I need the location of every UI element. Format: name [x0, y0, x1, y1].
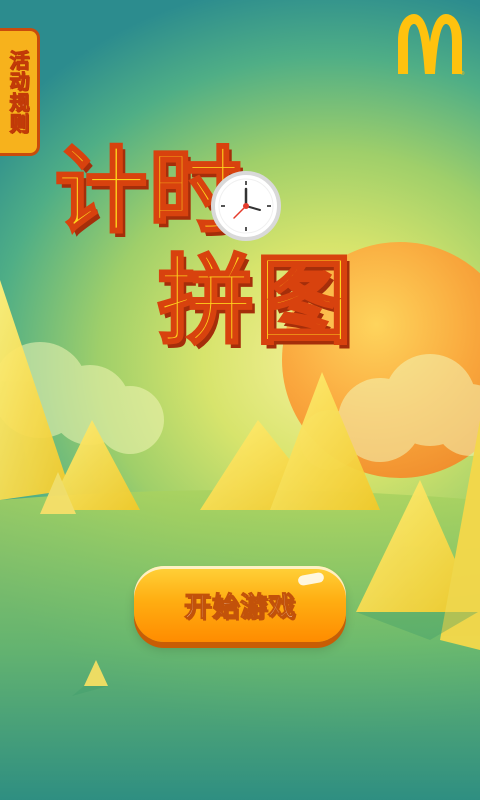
activity-rules-button[interactable]: 活动规则: [0, 28, 40, 156]
start-game-button[interactable]: 开始游戏: [134, 566, 346, 642]
mcdonalds-golden-arches-icon: ®: [398, 14, 465, 76]
title-line-2: 拼图: [157, 245, 354, 357]
game-start-screen: 活动规则 ® 计时 拼图 开始游戏: [0, 0, 480, 800]
background-landscape: [0, 242, 480, 800]
svg-text:®: ®: [460, 70, 465, 76]
start-game-label: 开始游戏: [184, 591, 296, 623]
clock-icon: [211, 171, 281, 241]
activity-rules-label: 活动规则: [6, 50, 31, 135]
button-shine: [297, 571, 325, 587]
